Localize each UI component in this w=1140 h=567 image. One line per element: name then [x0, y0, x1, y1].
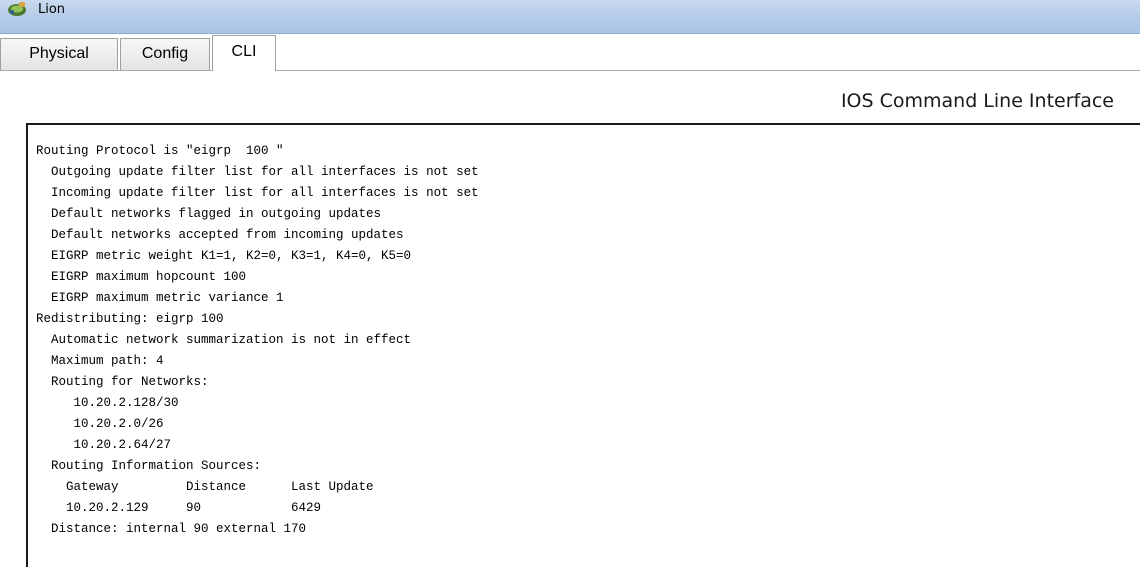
tab-physical[interactable]: Physical: [0, 38, 118, 70]
terminal-line: 10.20.2.0/26: [36, 417, 164, 431]
device-window: Lion Physical Config CLI IOS Command Lin…: [0, 0, 1140, 567]
window-title: Lion: [38, 2, 66, 17]
cli-terminal[interactable]: Routing Protocol is "eigrp 100 " Outgoin…: [26, 123, 1140, 567]
terminal-line: Incoming update filter list for all inte…: [36, 186, 479, 200]
terminal-line: Redistributing: eigrp 100: [36, 312, 224, 326]
terminal-line: Outgoing update filter list for all inte…: [36, 165, 479, 179]
terminal-line: EIGRP metric weight K1=1, K2=0, K3=1, K4…: [36, 249, 412, 263]
terminal-line: 10.20.2.64/27: [36, 438, 172, 452]
terminal-line: Gateway Distance Last Update: [36, 480, 374, 494]
terminal-line: 10.20.2.128/30: [36, 396, 179, 410]
terminal-line: Distance: internal 90 external 170: [36, 522, 307, 536]
device-app-icon: [8, 2, 26, 16]
terminal-line: Maximum path: 4: [36, 354, 164, 368]
terminal-line: Routing Information Sources:: [36, 459, 262, 473]
terminal-line: EIGRP maximum metric variance 1: [36, 291, 284, 305]
terminal-line: 10.20.2.129 90 6429: [36, 501, 322, 515]
terminal-line: Routing Protocol is "eigrp 100 ": [36, 144, 284, 158]
terminal-line: Default networks flagged in outgoing upd…: [36, 207, 382, 221]
title-bar[interactable]: Lion: [0, 0, 1140, 34]
tab-config[interactable]: Config: [120, 38, 210, 70]
terminal-line: Routing for Networks:: [36, 375, 209, 389]
terminal-output: Routing Protocol is "eigrp 100 " Outgoin…: [36, 141, 479, 540]
terminal-line: Default networks accepted from incoming …: [36, 228, 404, 242]
terminal-line: Automatic network summarization is not i…: [36, 333, 412, 347]
tab-cli[interactable]: CLI: [212, 35, 276, 71]
terminal-line: EIGRP maximum hopcount 100: [36, 270, 247, 284]
tab-divider: [0, 70, 1140, 71]
cli-heading: IOS Command Line Interface: [840, 90, 1114, 112]
